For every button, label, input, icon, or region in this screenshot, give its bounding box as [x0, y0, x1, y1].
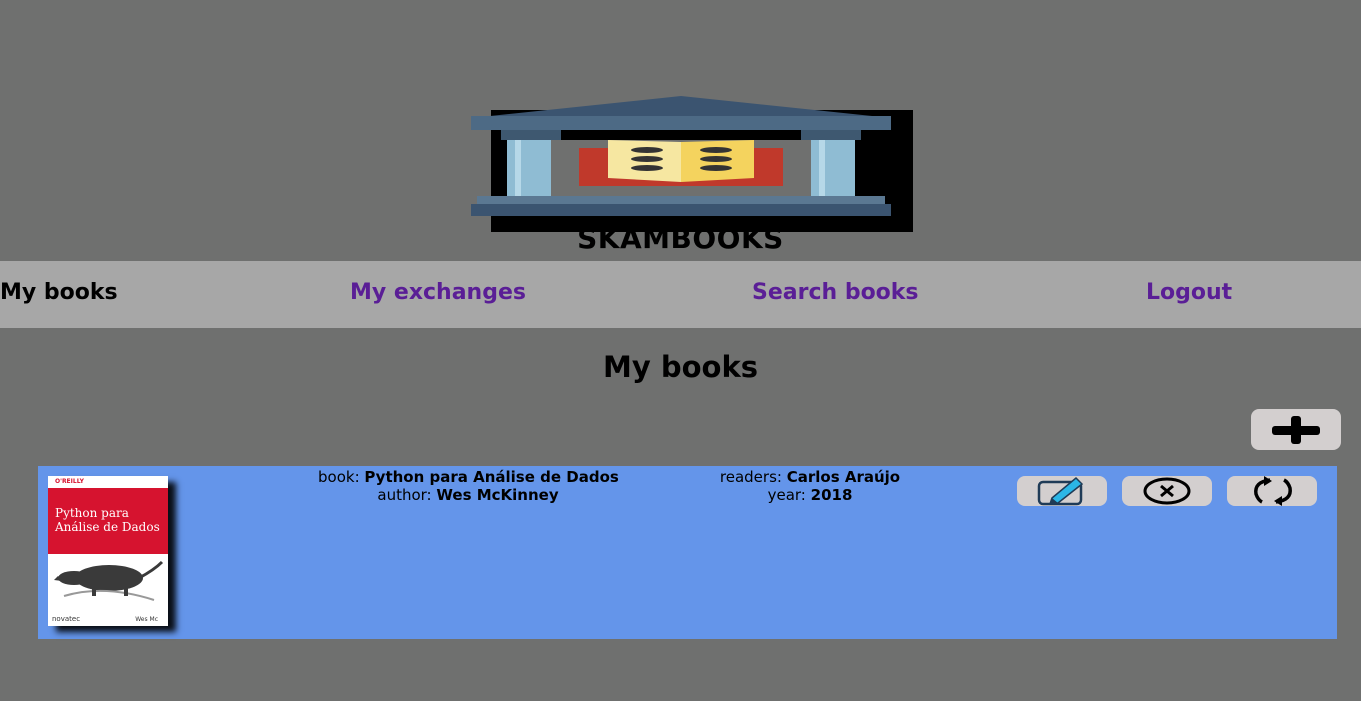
add-book-button[interactable]: [1251, 409, 1341, 450]
nav-search-books[interactable]: Search books: [752, 280, 919, 305]
book-info: book: Python para Análise de Dados autho…: [318, 468, 619, 504]
book-author-line: author: Wes McKinney: [377, 486, 559, 504]
cover-imprint: novatec: [52, 615, 81, 623]
library-logo-icon: [471, 96, 913, 232]
pencil-icon: [1037, 476, 1084, 506]
book-year: 2018: [810, 486, 853, 504]
exchange-book-button[interactable]: [1227, 476, 1317, 506]
nav-my-books[interactable]: My books: [0, 280, 118, 305]
delete-book-button[interactable]: [1122, 476, 1212, 506]
book-readers: Carlos Araújo: [786, 468, 901, 486]
refresh-icon: [1254, 476, 1292, 506]
plus-icon: [1272, 415, 1320, 444]
book-readers-line: readers: Carlos Araújo: [719, 468, 901, 486]
edit-book-button[interactable]: [1017, 476, 1107, 506]
book-row: O'REILLY Python para Análise de Dados no…: [38, 466, 1337, 639]
animal-illustration-icon: [54, 560, 164, 601]
book-meta: readers: Carlos Araújo year: 2018: [700, 468, 920, 504]
cover-title: Python para Análise de Dados: [55, 506, 160, 534]
nav-my-exchanges[interactable]: My exchanges: [350, 280, 526, 305]
circle-x-icon: [1143, 477, 1191, 505]
navbar: My books My exchanges Search books Logou…: [0, 261, 1361, 328]
site-title: SKAMBOOKS: [577, 222, 784, 255]
cover-publisher: O'REILLY: [55, 478, 84, 485]
page-title: My books: [602, 350, 758, 384]
header: SKAMBOOKS: [0, 0, 1361, 261]
book-title-line: book: Python para Análise de Dados: [318, 468, 619, 486]
book-year-line: year: 2018: [767, 486, 853, 504]
book-cover-image: O'REILLY Python para Análise de Dados no…: [48, 476, 168, 626]
nav-logout[interactable]: Logout: [1146, 280, 1232, 305]
book-author: Wes McKinney: [436, 486, 559, 504]
cover-author: Wes Mc: [135, 616, 158, 623]
book-title: Python para Análise de Dados: [364, 468, 619, 486]
